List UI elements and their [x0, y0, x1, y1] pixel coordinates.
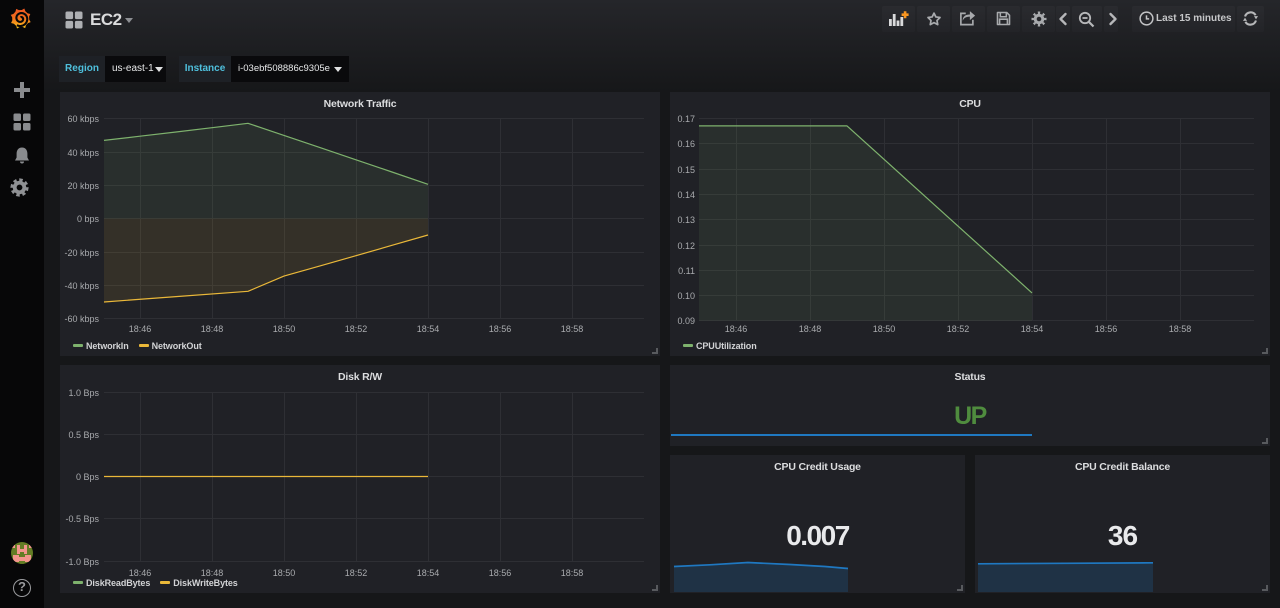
svg-text:18:50: 18:50	[873, 324, 896, 334]
svg-text:0 bps: 0 bps	[77, 214, 100, 224]
svg-text:60 kbps: 60 kbps	[67, 114, 99, 124]
svg-text:1.0 Bps: 1.0 Bps	[68, 388, 99, 398]
svg-text:18:58: 18:58	[561, 324, 584, 334]
svg-text:0 Bps: 0 Bps	[76, 472, 100, 482]
svg-text:18:54: 18:54	[417, 324, 440, 334]
svg-text:0.14: 0.14	[677, 190, 695, 200]
svg-text:-0.5 Bps: -0.5 Bps	[65, 514, 99, 524]
svg-text:18:56: 18:56	[1095, 324, 1118, 334]
svg-text:18:46: 18:46	[129, 324, 152, 334]
svg-text:18:46: 18:46	[129, 568, 152, 578]
svg-text:0.16: 0.16	[677, 139, 695, 149]
svg-text:0.5 Bps: 0.5 Bps	[68, 430, 99, 440]
svg-text:18:58: 18:58	[1169, 324, 1192, 334]
svg-text:18:48: 18:48	[799, 324, 822, 334]
svg-text:0.09: 0.09	[677, 316, 695, 326]
svg-text:18:52: 18:52	[947, 324, 970, 334]
svg-text:0.11: 0.11	[678, 266, 695, 276]
svg-text:18:48: 18:48	[201, 324, 224, 334]
svg-text:18:54: 18:54	[1021, 324, 1044, 334]
svg-text:18:52: 18:52	[345, 568, 368, 578]
svg-text:18:50: 18:50	[273, 568, 296, 578]
svg-text:18:56: 18:56	[489, 324, 512, 334]
svg-text:-40 kbps: -40 kbps	[64, 281, 99, 291]
svg-text:18:48: 18:48	[201, 568, 224, 578]
svg-text:18:46: 18:46	[725, 324, 748, 334]
svg-text:18:52: 18:52	[345, 324, 368, 334]
svg-text:18:58: 18:58	[561, 568, 584, 578]
svg-text:0.10: 0.10	[677, 291, 695, 301]
svg-text:18:54: 18:54	[417, 568, 440, 578]
svg-text:0.13: 0.13	[677, 215, 695, 225]
svg-text:18:50: 18:50	[273, 324, 296, 334]
svg-text:-60 kbps: -60 kbps	[64, 314, 99, 324]
svg-text:20 kbps: 20 kbps	[67, 181, 99, 191]
svg-text:-20 kbps: -20 kbps	[64, 248, 99, 258]
svg-text:0.12: 0.12	[677, 241, 695, 251]
svg-text:18:56: 18:56	[489, 568, 512, 578]
svg-text:-1.0 Bps: -1.0 Bps	[65, 557, 99, 567]
svg-text:40 kbps: 40 kbps	[67, 148, 99, 158]
svg-text:0.17: 0.17	[677, 114, 695, 124]
svg-text:0.15: 0.15	[677, 165, 695, 175]
